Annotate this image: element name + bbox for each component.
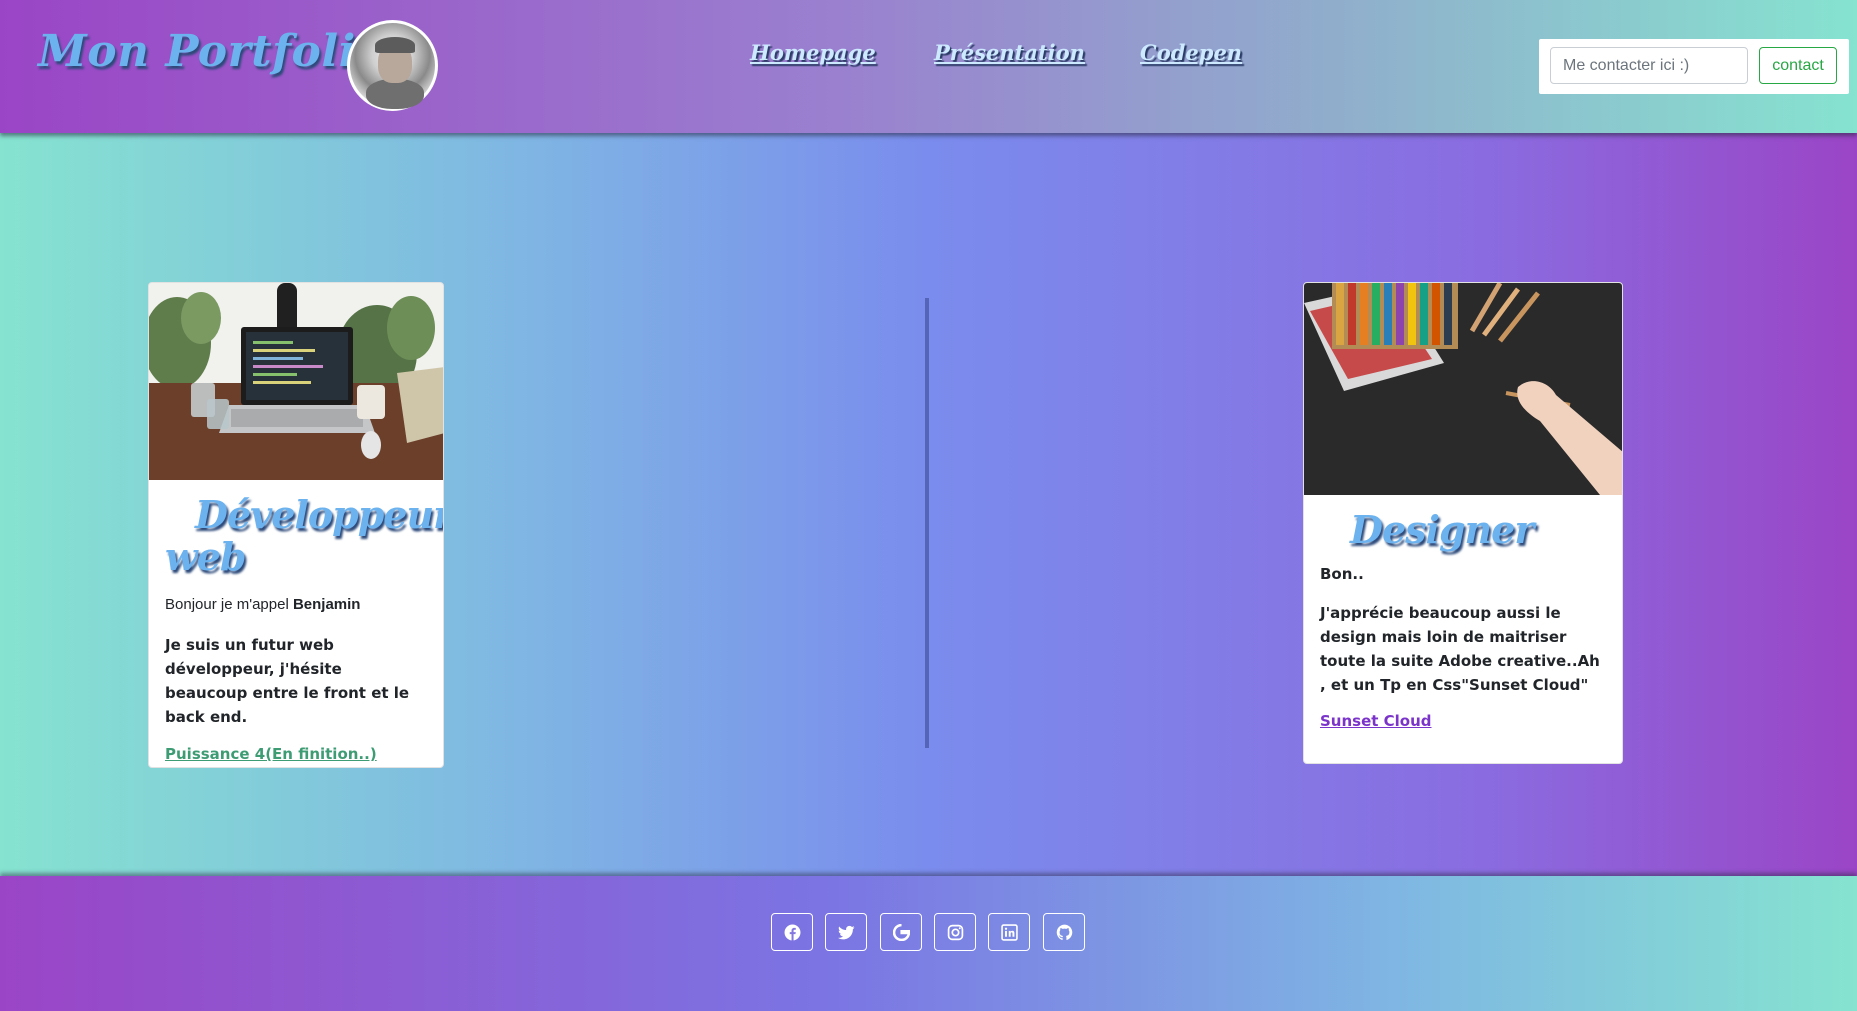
nav-codepen[interactable]: Codepen <box>1140 40 1242 65</box>
linkedin-icon[interactable] <box>988 913 1030 951</box>
card-title-designer: Designer <box>1350 507 1534 552</box>
github-icon[interactable] <box>1043 913 1085 951</box>
avatar <box>347 20 438 111</box>
designer-description: J'apprécie beaucoup aussi le design mais… <box>1320 604 1600 694</box>
nav-homepage[interactable]: Homepage <box>750 40 876 65</box>
designer-card: Designer Bon.. J'apprécie beaucoup aussi… <box>1303 282 1623 764</box>
header-bar: Mon Portfolio Homepage Présentation Code… <box>0 0 1857 133</box>
developer-card: Développeur web Bonjour je m'appel Benja… <box>148 282 444 768</box>
designer-greeting: Bon.. <box>1320 565 1364 583</box>
card-title-developer: Développeur web <box>165 492 444 579</box>
site-brand[interactable]: Mon Portfolio <box>38 26 386 77</box>
footer-bar <box>0 876 1857 1011</box>
laptop-desk-image <box>149 283 443 480</box>
contact-input[interactable] <box>1550 47 1748 84</box>
sunset-cloud-link[interactable]: Sunset Cloud <box>1320 712 1432 730</box>
drawing-desk-image <box>1304 283 1622 495</box>
nav-presentation[interactable]: Présentation <box>934 40 1085 65</box>
facebook-icon[interactable] <box>771 913 813 951</box>
dev-description: Je suis un futur web développeur, j'hési… <box>165 636 410 726</box>
contact-button[interactable]: contact <box>1759 47 1837 84</box>
google-icon[interactable] <box>880 913 922 951</box>
contact-form: contact <box>1539 39 1849 94</box>
puissance4-link[interactable]: Puissance 4(En finition..) <box>165 745 377 763</box>
twitter-icon[interactable] <box>825 913 867 951</box>
instagram-icon[interactable] <box>934 913 976 951</box>
dev-intro: Bonjour je m'appel Benjamin <box>165 596 361 613</box>
vertical-divider <box>925 298 929 748</box>
